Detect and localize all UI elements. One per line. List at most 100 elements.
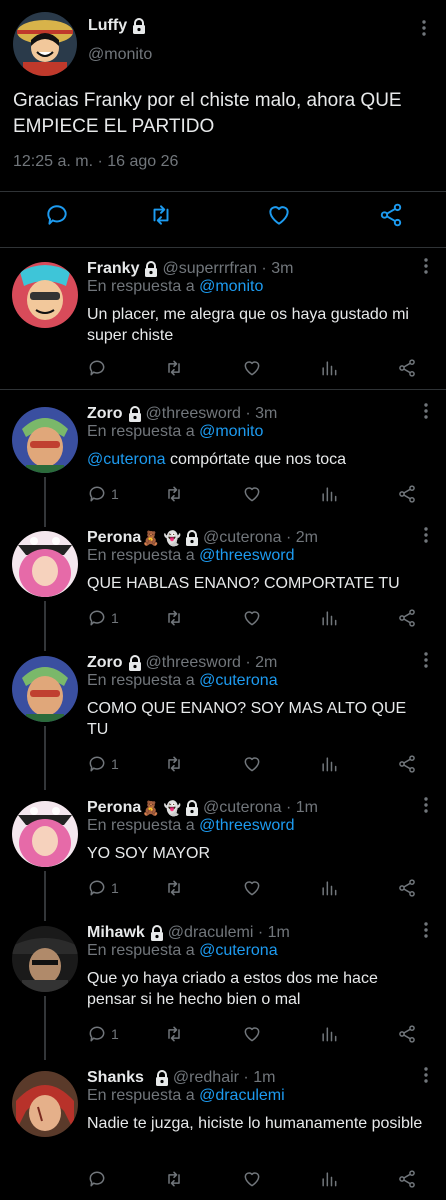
tweet-time[interactable]: 3m bbox=[255, 405, 277, 423]
zoro-avatar[interactable] bbox=[12, 656, 78, 722]
more-options-icon[interactable] bbox=[424, 652, 428, 668]
author-handle[interactable]: @cuterona bbox=[203, 799, 282, 817]
reply-to-link[interactable]: @threesword bbox=[199, 547, 294, 564]
mihawk-avatar[interactable] bbox=[12, 926, 78, 992]
retweet-icon[interactable] bbox=[164, 1023, 184, 1045]
share-icon[interactable] bbox=[397, 1023, 417, 1045]
mention-link[interactable]: @cuterona bbox=[87, 451, 166, 468]
author-name[interactable]: Mihawk bbox=[87, 924, 145, 942]
reply-to-link[interactable]: @monito bbox=[199, 423, 263, 440]
tweet-time[interactable]: 2m bbox=[255, 654, 277, 672]
tweet-timestamp[interactable]: 12:25 a. m. · 16 ago 26 bbox=[13, 153, 178, 171]
share-icon[interactable] bbox=[397, 607, 417, 629]
author-handle[interactable]: @redhair bbox=[173, 1069, 239, 1087]
more-options-icon[interactable] bbox=[424, 797, 428, 813]
franky-avatar[interactable] bbox=[12, 262, 78, 328]
tweet-time[interactable]: 1m bbox=[268, 924, 290, 942]
author-handle[interactable]: @draculemi bbox=[168, 924, 254, 942]
author-handle[interactable]: @threesword bbox=[146, 405, 241, 423]
reply-icon[interactable] bbox=[87, 357, 111, 379]
like-icon[interactable] bbox=[242, 607, 262, 629]
share-icon[interactable] bbox=[378, 202, 404, 228]
lock-icon bbox=[128, 655, 142, 671]
analytics-icon[interactable] bbox=[319, 357, 339, 379]
author-name[interactable]: Zoro bbox=[87, 654, 123, 672]
author-name[interactable]: Perona bbox=[87, 799, 141, 817]
more-options-icon[interactable] bbox=[424, 922, 428, 938]
more-options-icon[interactable] bbox=[424, 403, 428, 419]
tweet-time[interactable]: 3m bbox=[271, 260, 293, 278]
reply-to-link[interactable]: @draculemi bbox=[199, 1087, 285, 1104]
author-name[interactable]: Luffy bbox=[88, 17, 146, 35]
zoro-avatar[interactable] bbox=[12, 407, 78, 473]
reply-icon[interactable] bbox=[87, 1168, 111, 1190]
shanks-avatar[interactable] bbox=[12, 1071, 78, 1137]
tweet-text: Nadie te juzga, hiciste lo humanamente p… bbox=[87, 1115, 423, 1132]
like-icon[interactable] bbox=[242, 877, 262, 899]
author-name[interactable]: Perona bbox=[87, 529, 141, 547]
retweet-icon[interactable] bbox=[148, 202, 174, 228]
more-options-icon[interactable] bbox=[424, 258, 428, 274]
like-icon[interactable] bbox=[242, 483, 262, 505]
reply-header: Franky @superrrfran · 3m bbox=[87, 258, 293, 280]
retweet-icon[interactable] bbox=[164, 607, 184, 629]
author-handle[interactable]: @threesword bbox=[146, 654, 241, 672]
like-icon[interactable] bbox=[242, 1023, 262, 1045]
share-icon[interactable] bbox=[397, 753, 417, 775]
author-name[interactable]: Shanks bbox=[87, 1069, 144, 1087]
tweet-time[interactable]: 1m bbox=[296, 799, 318, 817]
perona-avatar[interactable] bbox=[12, 801, 78, 867]
reply-tweet: Mihawk @draculemi · 1m En respuesta a @c… bbox=[0, 922, 446, 1060]
reply-tweet: Zoro @threesword · 3m En respuesta a @mo… bbox=[0, 403, 446, 527]
retweet-icon[interactable] bbox=[164, 1168, 184, 1190]
reply-icon[interactable]: 1 bbox=[87, 607, 119, 629]
more-options-icon[interactable] bbox=[424, 1067, 428, 1083]
like-icon[interactable] bbox=[242, 1168, 262, 1190]
tweet-time[interactable]: 1m bbox=[253, 1069, 275, 1087]
reply-to-link[interactable]: @monito bbox=[199, 278, 263, 295]
reply-icon[interactable]: 1 bbox=[87, 483, 119, 505]
like-icon[interactable] bbox=[266, 202, 292, 228]
share-icon[interactable] bbox=[397, 357, 417, 379]
analytics-icon[interactable] bbox=[319, 607, 339, 629]
tweet-actions: 1 bbox=[87, 483, 417, 507]
dot-separator: · bbox=[253, 924, 268, 941]
tweet-time[interactable]: 2m bbox=[296, 529, 318, 547]
analytics-icon[interactable] bbox=[319, 1168, 339, 1190]
like-icon[interactable] bbox=[242, 357, 262, 379]
reply-to-link[interactable]: @threesword bbox=[199, 817, 294, 834]
author-handle[interactable]: @superrrfran bbox=[162, 260, 257, 278]
share-icon[interactable] bbox=[397, 877, 417, 899]
lock-icon bbox=[185, 800, 199, 816]
retweet-icon[interactable] bbox=[164, 357, 184, 379]
perona-avatar[interactable] bbox=[12, 531, 78, 597]
analytics-icon[interactable] bbox=[319, 1023, 339, 1045]
more-options-icon[interactable] bbox=[422, 20, 426, 36]
main-tweet: Luffy @monito Gracias Franky por el chis… bbox=[0, 0, 446, 248]
analytics-icon[interactable] bbox=[319, 877, 339, 899]
reply-header: Zoro @threesword · 3m bbox=[87, 403, 277, 425]
more-options-icon[interactable] bbox=[424, 527, 428, 543]
reply-icon[interactable] bbox=[44, 202, 70, 228]
reply-icon[interactable]: 1 bbox=[87, 877, 119, 899]
dot-separator: · bbox=[240, 405, 256, 422]
analytics-icon[interactable] bbox=[319, 753, 339, 775]
reply-to-link[interactable]: @cuterona bbox=[199, 942, 278, 959]
reply-icon[interactable]: 1 bbox=[87, 753, 119, 775]
reply-tweet: Shanks @redhair · 1m En respuesta a @dra… bbox=[0, 1067, 446, 1200]
retweet-icon[interactable] bbox=[164, 877, 184, 899]
author-name[interactable]: Franky bbox=[87, 260, 139, 278]
retweet-icon[interactable] bbox=[164, 753, 184, 775]
share-icon[interactable] bbox=[397, 483, 417, 505]
retweet-icon[interactable] bbox=[164, 483, 184, 505]
reply-icon[interactable]: 1 bbox=[87, 1023, 119, 1045]
like-icon[interactable] bbox=[242, 753, 262, 775]
author-handle[interactable]: @monito bbox=[88, 46, 152, 64]
share-icon[interactable] bbox=[397, 1168, 417, 1190]
analytics-icon[interactable] bbox=[319, 483, 339, 505]
author-name-text[interactable]: Luffy bbox=[88, 17, 127, 35]
author-name[interactable]: Zoro bbox=[87, 405, 123, 423]
reply-to-link[interactable]: @cuterona bbox=[199, 672, 278, 689]
author-handle[interactable]: @cuterona bbox=[203, 529, 282, 547]
luffy-avatar[interactable] bbox=[13, 12, 77, 76]
